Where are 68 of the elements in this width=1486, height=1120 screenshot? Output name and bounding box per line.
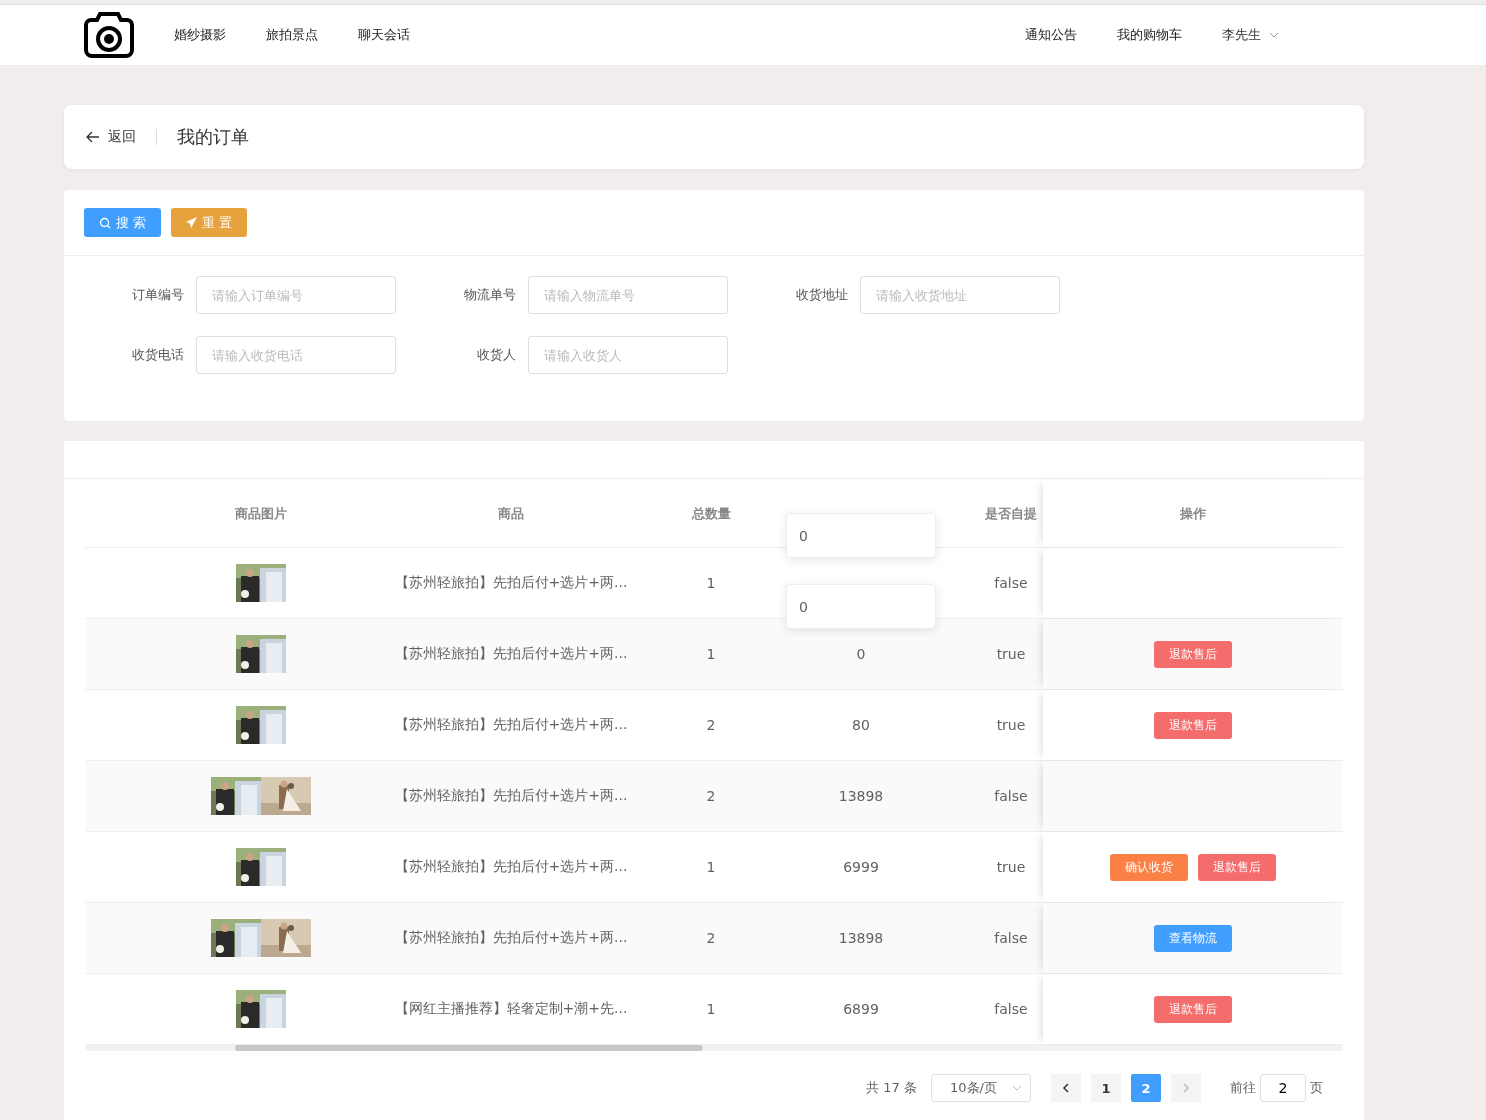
table-cell: 1	[706, 859, 716, 875]
text-field[interactable]: 请输入订单编号	[196, 276, 396, 314]
table-cell: true	[996, 717, 1026, 733]
nav-link[interactable]: 旅拍景点	[266, 26, 318, 44]
table-cell: 6899	[843, 1001, 879, 1017]
column-header: 总数量	[690, 504, 732, 523]
table-cell: false	[994, 575, 1028, 591]
table-cell: 2	[706, 717, 716, 733]
nav-link[interactable]: 聊天会话	[358, 26, 410, 44]
camera-logo-icon[interactable]	[84, 12, 134, 58]
nav-link[interactable]: 通知公告	[1025, 26, 1077, 44]
text-field[interactable]: 请输入收货电话	[196, 336, 396, 374]
table-cell: 【网红主播推荐】轻奢定制+潮+先...	[394, 1000, 628, 1018]
chevron-down-icon	[1012, 1085, 1022, 1091]
table-cell: 【苏州轻旅拍】先拍后付+选片+两...	[394, 787, 628, 805]
search-icon	[99, 216, 111, 229]
field-label: 收货电话	[131, 346, 185, 364]
table-cell: false	[994, 788, 1028, 804]
tooltip: 0	[786, 513, 936, 558]
text-field[interactable]: 请输入收货人	[528, 336, 728, 374]
table-cell: false	[994, 930, 1028, 946]
table-cell: 1	[706, 646, 716, 662]
table-cell: 1	[706, 575, 716, 591]
horizontal-scrollbar[interactable]	[85, 1045, 1343, 1051]
tooltip: 0	[786, 584, 936, 629]
page-button[interactable]: 1	[1091, 1074, 1121, 1102]
column-header: 商品图片	[234, 504, 288, 523]
table-cell: 0	[856, 646, 866, 662]
field-label: 收货地址	[795, 286, 849, 304]
chevron-left-icon	[1062, 1083, 1070, 1093]
arrow-left-icon	[86, 131, 100, 143]
nav-link[interactable]: 我的购物车	[1117, 26, 1182, 44]
table-cell: 13898	[838, 930, 884, 946]
table-cell: 【苏州轻旅拍】先拍后付+选片+两...	[394, 929, 628, 947]
column-header: 商品	[497, 504, 525, 523]
table-cell: 2	[706, 930, 716, 946]
paper-plane-icon	[186, 217, 198, 228]
chevron-down-icon	[1269, 32, 1279, 38]
back-link[interactable]: 返回	[86, 128, 136, 146]
user-menu[interactable]: 李先生	[1222, 26, 1279, 44]
table-cell: 1	[706, 1001, 716, 1017]
column-header: 操作	[1043, 480, 1343, 547]
goto-label: 前往	[1230, 1079, 1256, 1097]
text-field[interactable]: 请输入收货地址	[860, 276, 1060, 314]
nav-link[interactable]: 婚纱摄影	[174, 26, 226, 44]
table-cell: 【苏州轻旅拍】先拍后付+选片+两...	[394, 574, 628, 592]
table-cell: 80	[852, 717, 870, 733]
table-cell: 【苏州轻旅拍】先拍后付+选片+两...	[394, 716, 628, 734]
field-label: 订单编号	[131, 286, 185, 304]
text-field[interactable]: 请输入物流单号	[528, 276, 728, 314]
field-label: 收货人	[476, 346, 517, 364]
page-number-field[interactable]: 2	[1260, 1074, 1306, 1102]
table-cell: true	[996, 859, 1026, 875]
table-cell: false	[994, 1001, 1028, 1017]
table-cell: 【苏州轻旅拍】先拍后付+选片+两...	[394, 645, 628, 663]
page-unit-label: 页	[1310, 1079, 1323, 1097]
table-cell: 13898	[838, 788, 884, 804]
prev-page-button[interactable]	[1051, 1074, 1081, 1102]
chevron-right-icon	[1182, 1083, 1190, 1093]
table-cell: 6999	[843, 859, 879, 875]
total-count: 共 17 条	[866, 1079, 917, 1097]
page-title: 我的订单	[177, 125, 249, 149]
page-size-select[interactable]: 10条/页	[931, 1074, 1031, 1102]
table-cell: 【苏州轻旅拍】先拍后付+选片+两...	[394, 858, 628, 876]
field-label: 物流单号	[463, 286, 517, 304]
column-header: 是否自提	[984, 504, 1038, 523]
table-cell: 2	[706, 788, 716, 804]
table-cell: true	[996, 646, 1026, 662]
